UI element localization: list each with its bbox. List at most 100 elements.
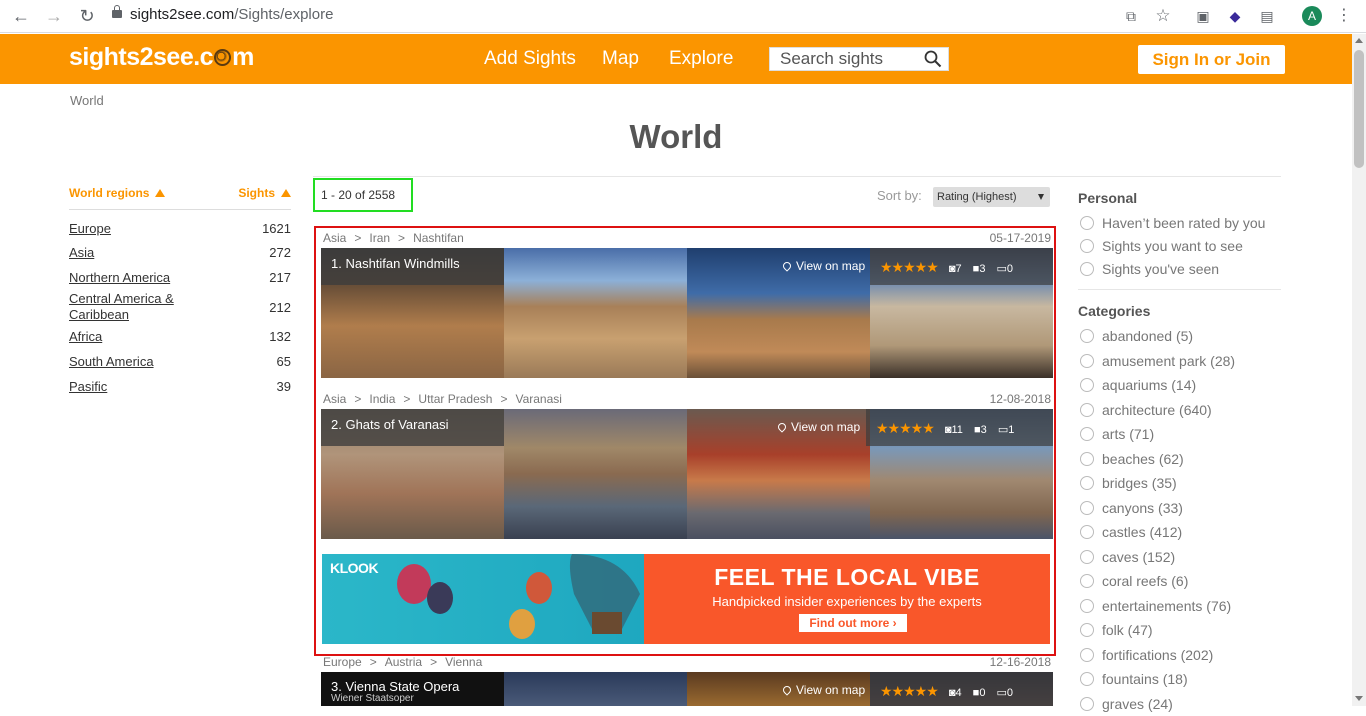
- search-icon[interactable]: [924, 50, 942, 68]
- region-link-south-america[interactable]: South America: [69, 354, 154, 369]
- view-on-map-link[interactable]: View on map: [783, 683, 865, 697]
- radio-icon: [1080, 672, 1094, 686]
- category-item[interactable]: coral reefs (6): [1078, 569, 1281, 594]
- loc-continent[interactable]: Europe: [323, 655, 362, 669]
- loc-city[interactable]: Varanasi: [515, 392, 561, 406]
- page-scrollbar[interactable]: [1352, 34, 1366, 706]
- region-link-northern-america[interactable]: Northern America: [69, 270, 170, 285]
- region-link-central-america[interactable]: Central America & Caribbean: [69, 291, 189, 323]
- category-item[interactable]: fountains (18): [1078, 667, 1281, 692]
- filter-want-to-see[interactable]: Sights you want to see: [1078, 234, 1281, 257]
- forward-arrow-icon[interactable]: →: [42, 4, 66, 28]
- back-arrow-icon[interactable]: ←: [9, 4, 33, 28]
- sign-in-button[interactable]: Sign In or Join: [1138, 45, 1285, 74]
- loc-region[interactable]: Uttar Pradesh: [418, 392, 492, 406]
- scroll-thumb[interactable]: [1354, 50, 1364, 168]
- divider: [1078, 289, 1281, 290]
- region-link-pasific[interactable]: Pasific: [69, 379, 107, 394]
- divider: [313, 176, 1281, 177]
- sight-title[interactable]: 3. Vienna State OperaWiener Staatsoper: [321, 672, 504, 706]
- radio-icon: [1080, 262, 1094, 276]
- sort-up-icon: [281, 189, 291, 197]
- category-label: abandoned (5): [1102, 328, 1193, 344]
- sort-sights-header[interactable]: Sights: [238, 186, 291, 203]
- category-item[interactable]: architecture (640): [1078, 398, 1281, 423]
- category-item[interactable]: caves (152): [1078, 545, 1281, 570]
- extension-icon[interactable]: ▣: [1193, 6, 1213, 26]
- profile-avatar[interactable]: A: [1302, 6, 1322, 26]
- region-link-africa[interactable]: Africa: [69, 329, 102, 344]
- filter-not-rated[interactable]: Haven’t been rated by you: [1078, 212, 1281, 234]
- sight-photo[interactable]: [504, 248, 687, 378]
- url-path: /Sights/explore: [234, 6, 333, 23]
- category-item[interactable]: beaches (62): [1078, 447, 1281, 472]
- loc-continent[interactable]: Asia: [323, 231, 346, 245]
- radio-icon: [1080, 550, 1094, 564]
- world-regions-list: World regions Sights Europe1621 Asia272 …: [69, 186, 291, 399]
- category-item[interactable]: bridges (35): [1078, 471, 1281, 496]
- results-count: 1 - 20 of 2558: [313, 178, 413, 212]
- filter-seen[interactable]: Sights you've seen: [1078, 257, 1281, 280]
- photo-count: 4: [955, 687, 961, 699]
- globe-icon: [214, 49, 231, 66]
- category-item[interactable]: aquariums (14): [1078, 373, 1281, 398]
- extension-profile-icon[interactable]: ▤: [1257, 6, 1277, 26]
- category-label: arts (71): [1102, 426, 1154, 442]
- reload-icon[interactable]: ↻: [75, 4, 99, 28]
- bookmark-star-icon[interactable]: ☆: [1153, 6, 1173, 26]
- radio-icon: [1080, 476, 1094, 490]
- loc-city[interactable]: Vienna: [445, 655, 482, 669]
- nav-map[interactable]: Map: [602, 48, 639, 70]
- view-on-map-link[interactable]: View on map: [783, 259, 865, 273]
- loc-continent[interactable]: Asia: [323, 392, 346, 406]
- radio-icon: [1080, 216, 1094, 230]
- ad-subline: Handpicked insider experiences by the ex…: [644, 594, 1050, 609]
- klook-ad-banner[interactable]: KLOOK FEEL THE LOCAL VIBE Handpicked ins…: [322, 554, 1050, 644]
- sort-regions-header[interactable]: World regions: [69, 186, 165, 203]
- scroll-up-icon[interactable]: [1355, 38, 1363, 43]
- comment-count: 1: [1008, 424, 1014, 436]
- video-count: 3: [981, 424, 987, 436]
- category-item[interactable]: graves (24): [1078, 692, 1281, 716]
- category-item[interactable]: amusement park (28): [1078, 349, 1281, 374]
- region-row: Pasific39: [69, 374, 291, 399]
- category-item[interactable]: arts (71): [1078, 422, 1281, 447]
- view-on-map-link[interactable]: View on map: [778, 420, 860, 434]
- region-count: 132: [269, 329, 291, 344]
- breadcrumb[interactable]: World: [70, 93, 104, 108]
- sight-title[interactable]: 1. Nashtifan Windmills: [321, 248, 504, 285]
- translate-icon[interactable]: ⧉: [1121, 6, 1141, 26]
- address-bar[interactable]: sights2see.com/Sights/explore: [112, 2, 1112, 28]
- scroll-down-icon[interactable]: [1355, 696, 1363, 701]
- region-link-europe[interactable]: Europe: [69, 221, 111, 236]
- sight-title[interactable]: 2. Ghats of Varanasi: [321, 409, 504, 446]
- extension-diamond-icon[interactable]: ◆: [1225, 6, 1245, 26]
- category-item[interactable]: castles (412): [1078, 520, 1281, 545]
- loc-city[interactable]: Nashtifan: [413, 231, 464, 245]
- loc-country[interactable]: India: [369, 392, 395, 406]
- category-item[interactable]: folk (47): [1078, 618, 1281, 643]
- sight-photo[interactable]: [504, 672, 687, 706]
- category-label: architecture (640): [1102, 402, 1212, 418]
- sort-value: Rating (Highest): [937, 191, 1016, 203]
- nav-add-sights[interactable]: Add Sights: [484, 48, 576, 70]
- category-item[interactable]: fortifications (202): [1078, 643, 1281, 668]
- personal-filters: Personal Haven’t been rated by you Sight…: [1078, 190, 1281, 280]
- sight-photo[interactable]: [504, 409, 687, 539]
- loc-country[interactable]: Iran: [369, 231, 390, 245]
- category-item[interactable]: abandoned (5): [1078, 324, 1281, 349]
- regions-header-label: World regions: [69, 186, 149, 200]
- nav-explore[interactable]: Explore: [669, 48, 733, 70]
- loc-country[interactable]: Austria: [385, 655, 422, 669]
- search-input[interactable]: [770, 48, 920, 70]
- region-row: Africa 132: [69, 324, 291, 349]
- sort-select[interactable]: Rating (Highest): [933, 187, 1050, 207]
- search-box: [769, 47, 949, 71]
- region-row: Central America & Caribbean212: [69, 290, 291, 324]
- site-logo[interactable]: sights2see.cm: [69, 43, 254, 72]
- ad-find-out-more-button[interactable]: Find out more ›: [799, 614, 907, 632]
- category-item[interactable]: canyons (33): [1078, 496, 1281, 521]
- category-item[interactable]: entertainements (76): [1078, 594, 1281, 619]
- region-link-asia[interactable]: Asia: [69, 245, 94, 260]
- menu-kebab-icon[interactable]: ⋮: [1334, 6, 1354, 26]
